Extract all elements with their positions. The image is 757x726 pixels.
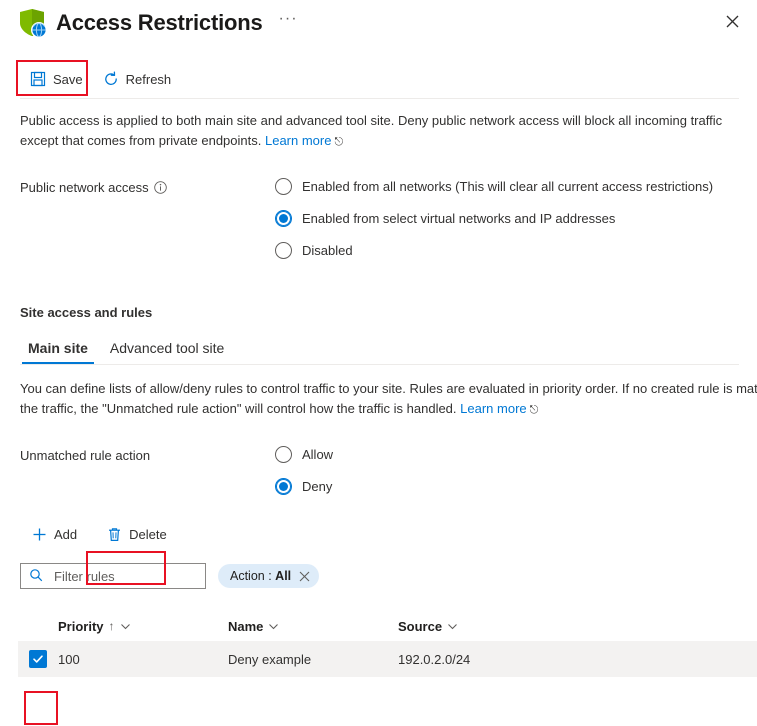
- public-access-learn-more-link[interactable]: Learn more: [265, 133, 331, 148]
- public-access-desc-line2: except that comes from private endpoints…: [20, 133, 262, 148]
- tab-advanced-tool-site-label: Advanced tool site: [109, 340, 225, 356]
- annotation-box-row-checkbox: [24, 691, 58, 725]
- save-button[interactable]: Save: [20, 64, 93, 94]
- public-network-access-radio-group: Enabled from all networks (This will cle…: [275, 178, 713, 259]
- public-network-access-label-group: Public network access: [20, 178, 275, 259]
- radio-enabled-all-networks-indicator[interactable]: [275, 178, 292, 195]
- column-header-source[interactable]: Source: [398, 619, 598, 634]
- rules-command-bar: Add Delete: [20, 517, 739, 551]
- refresh-label: Refresh: [125, 71, 172, 87]
- tab-main-site[interactable]: Main site: [20, 338, 96, 364]
- add-rule-label: Add: [54, 526, 78, 542]
- row-checkbox[interactable]: [29, 650, 47, 668]
- trash-icon: [107, 527, 122, 542]
- radio-deny-label: Deny: [302, 479, 333, 494]
- plus-icon: [32, 527, 47, 542]
- radio-enabled-all-networks-label: Enabled from all networks (This will cle…: [302, 179, 714, 194]
- refresh-icon: [103, 71, 119, 87]
- filter-rules-input[interactable]: [52, 567, 197, 585]
- public-network-access-field: Public network access Enabled from all n…: [20, 178, 739, 259]
- radio-disabled-indicator[interactable]: [275, 242, 292, 259]
- unmatched-rule-action-radio-group: Allow Deny: [275, 446, 333, 495]
- rules-desc-line2: the traffic, the "Unmatched rule action"…: [20, 401, 457, 416]
- search-icon: [29, 568, 43, 585]
- row-select-cell[interactable]: [18, 650, 58, 668]
- tab-advanced-tool-site[interactable]: Advanced tool site: [102, 338, 232, 364]
- info-icon[interactable]: [153, 181, 167, 194]
- unmatched-rule-action-field: Unmatched rule action Allow Deny: [20, 446, 739, 495]
- filter-pill-close-icon[interactable]: [299, 571, 310, 582]
- filter-rules-box[interactable]: [20, 563, 206, 589]
- column-header-name-label: Name: [228, 618, 264, 634]
- rules-learn-more-link[interactable]: Learn more: [460, 401, 526, 416]
- rules-desc-line1: You can define lists of allow/deny rules…: [20, 381, 757, 396]
- column-header-priority[interactable]: Priority ↑: [58, 619, 228, 634]
- site-access-section-title: Site access and rules: [20, 305, 153, 320]
- radio-allow[interactable]: Allow: [275, 446, 333, 463]
- sort-ascending-icon: ↑: [108, 619, 115, 633]
- radio-enabled-select-networks-indicator[interactable]: [275, 210, 292, 227]
- save-label: Save: [53, 71, 83, 87]
- delete-rule-label: Delete: [129, 526, 167, 542]
- command-bar-divider: [20, 98, 739, 99]
- unmatched-rule-action-label-group: Unmatched rule action: [20, 446, 275, 495]
- title-row: Access Restrictions ···: [0, 0, 757, 40]
- public-network-access-label: Public network access: [20, 180, 149, 195]
- rules-table-header: Priority ↑ Name Source: [0, 611, 757, 641]
- save-icon: [30, 71, 46, 87]
- radio-enabled-select-networks[interactable]: Enabled from select virtual networks and…: [275, 210, 713, 227]
- tab-main-site-label: Main site: [28, 340, 88, 356]
- refresh-button[interactable]: Refresh: [93, 64, 182, 94]
- rules-description: You can define lists of allow/deny rules…: [20, 379, 757, 420]
- add-rule-button[interactable]: Add: [22, 519, 87, 549]
- column-header-priority-label: Priority: [58, 618, 104, 634]
- public-access-description: Public access is applied to both main si…: [20, 111, 739, 152]
- site-tabs: Main site Advanced tool site: [20, 338, 739, 364]
- cell-source: 192.0.2.0/24: [398, 651, 471, 667]
- filter-row: Action : All: [20, 563, 739, 589]
- external-link-icon-2: ⎋: [529, 404, 539, 416]
- filter-pill-label: Action :: [230, 569, 276, 583]
- tabs-divider: [20, 364, 739, 365]
- radio-allow-indicator[interactable]: [275, 446, 292, 463]
- radio-enabled-select-networks-label: Enabled from select virtual networks and…: [302, 211, 616, 226]
- table-row[interactable]: 100 Deny example 192.0.2.0/24: [18, 641, 757, 677]
- unmatched-rule-action-label: Unmatched rule action: [20, 448, 151, 463]
- filter-pill-text: Action : All: [230, 569, 291, 583]
- blade-content: Public access is applied to both main si…: [0, 111, 757, 589]
- chevron-down-icon[interactable]: [120, 621, 131, 632]
- chevron-down-icon-2[interactable]: [268, 621, 279, 632]
- chevron-down-icon-3[interactable]: [447, 621, 458, 632]
- column-header-name[interactable]: Name: [228, 619, 398, 634]
- shield-globe-icon: [14, 6, 48, 40]
- blade-header: Access Restrictions ···: [0, 0, 757, 46]
- radio-deny-indicator[interactable]: [275, 478, 292, 495]
- command-bar: Save Refresh: [0, 60, 757, 98]
- more-options-icon[interactable]: ···: [279, 11, 298, 32]
- radio-disabled[interactable]: Disabled: [275, 242, 713, 259]
- rules-table: Priority ↑ Name Source 100 Deny example …: [0, 611, 757, 677]
- filter-pill-action[interactable]: Action : All: [218, 564, 320, 588]
- cell-name: Deny example: [228, 651, 312, 667]
- column-header-source-label: Source: [398, 618, 443, 634]
- filter-pill-value: All: [275, 569, 292, 583]
- radio-enabled-all-networks[interactable]: Enabled from all networks (This will cle…: [275, 178, 713, 195]
- close-icon[interactable]: [719, 8, 745, 34]
- external-link-icon: ⎋: [334, 136, 344, 148]
- radio-allow-label: Allow: [302, 447, 334, 462]
- public-access-desc-line1: Public access is applied to both main si…: [20, 113, 723, 128]
- radio-deny[interactable]: Deny: [275, 478, 333, 495]
- page-title: Access Restrictions: [56, 10, 263, 35]
- delete-rule-button[interactable]: Delete: [97, 519, 177, 549]
- cell-priority: 100: [58, 651, 80, 667]
- radio-disabled-label: Disabled: [302, 243, 353, 258]
